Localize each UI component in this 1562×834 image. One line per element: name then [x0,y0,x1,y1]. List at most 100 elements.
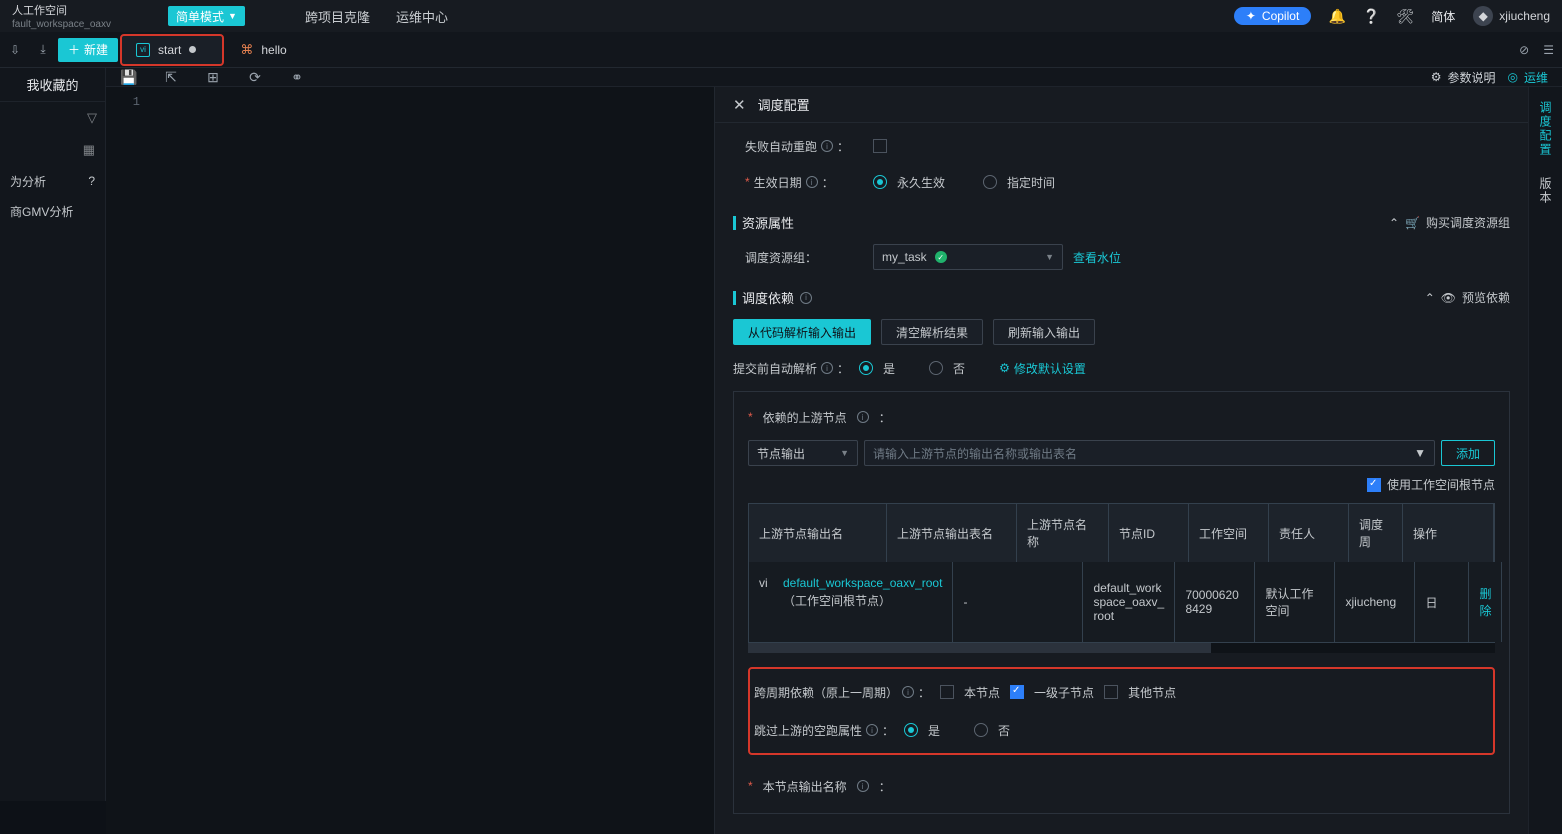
info-icon[interactable]: i [821,140,833,152]
info-icon[interactable]: i [800,292,812,304]
preview-dep-link[interactable]: ⌃ 👁 预览依赖 [1425,289,1510,306]
row-out-name: * 本节点输出名称 i ： [748,773,1495,799]
import-icon[interactable]: ⇩ [4,39,26,61]
cb-self[interactable] [940,685,954,699]
refresh-icon[interactable]: ⟳ [246,68,264,86]
save-icon[interactable]: 💾 [120,68,138,86]
info-icon[interactable]: i [866,724,878,736]
info-icon[interactable]: i [857,780,869,792]
tab-hello[interactable]: ⌘ hello [226,36,300,64]
use-root-checkbox[interactable] [1367,478,1381,492]
retry-label-text: 失败自动重跑 [745,138,817,155]
retry-checkbox[interactable] [873,139,887,153]
sidebar-favorites-tab[interactable]: 我收藏的 [0,68,105,102]
cell-workspace: 默认工作空间 [1255,562,1335,642]
ops-button[interactable]: ◎ 运维 [1508,69,1549,86]
info-icon[interactable]: i [902,686,914,698]
radio-skip-yes[interactable] [904,723,918,737]
new-button-label: 新建 [84,41,108,58]
col-out-table: 上游节点输出表名 [887,504,1017,562]
radio-range-label: 指定时间 [1007,174,1055,191]
download-icon[interactable]: ⤓ [32,39,54,61]
eye-icon: 👁 [1441,291,1456,305]
section-dependency: 调度依赖 i ⌃ 👁 预览依赖 [733,288,1510,307]
bell-icon[interactable]: 🔔 [1329,8,1345,24]
new-button[interactable]: ＋ 新建 [58,38,118,62]
cross-cycle-box: 跨周期依赖（原上一周期） i ： 本节点 一级子节点 其他节点 [748,667,1495,755]
info-icon[interactable]: i [821,362,833,374]
plus-icon: ＋ [68,41,80,58]
sidebar-item-label: 为分析 [10,173,46,190]
mode-dropdown[interactable]: 简单模式 ▼ [168,6,245,26]
user-chip[interactable]: ◆ xjiucheng [1473,6,1550,26]
delete-link[interactable]: 删除 [1479,585,1491,619]
lineage-icon[interactable]: ⚭ [288,68,306,86]
close-icon[interactable]: ✕ [733,96,746,114]
btn-clear-parse[interactable]: 清空解析结果 [881,319,983,345]
sidebar-item-gmv[interactable]: 商GMV分析 [0,196,105,226]
vi-node-icon: vi [759,576,775,592]
btn-refresh-io[interactable]: 刷新输入输出 [993,319,1095,345]
cb-other[interactable] [1104,685,1118,699]
link-cross-clone[interactable]: 跨项目克隆 [305,7,370,26]
table-h-scroll[interactable] [748,643,1495,653]
modify-default-link[interactable]: ⚙ 修改默认设置 [999,360,1086,377]
sliders-icon: ⚙ [1431,70,1442,84]
question-icon: ? [88,174,95,188]
param-desc-button[interactable]: ⚙ 参数说明 [1431,69,1496,86]
col-action: 操作 [1403,504,1494,562]
radio-skip-no[interactable] [974,723,988,737]
link-ops-center[interactable]: 运维中心 [396,7,448,26]
radio-auto-yes[interactable] [859,361,873,375]
modify-default-label: 修改默认设置 [1014,360,1086,377]
row-cross-cycle: 跨周期依赖（原上一周期） i ： 本节点 一级子节点 其他节点 [754,679,1489,705]
menu-icon[interactable]: ☰ [1543,43,1554,57]
copilot-button[interactable]: ✦ Copilot [1234,7,1311,25]
help-icon[interactable]: ❔ [1363,8,1379,24]
split: 1 ✕ 调度配置 失败自动重跑 i ： * [106,87,1562,834]
upstream-box: * 依赖的上游节点 i ： 节点输出 ▼ 请输入上游节点的输出名称或输出表名 ▼ [733,391,1510,814]
radio-auto-no[interactable] [929,361,943,375]
tab-start[interactable]: vi start [122,36,222,64]
chevron-up-icon: ⌃ [1389,216,1399,230]
export-icon[interactable]: ⇱ [162,68,180,86]
info-icon[interactable]: i [857,411,869,423]
cb-child[interactable] [1010,685,1024,699]
scroll-thumb[interactable] [748,643,1211,653]
col-out-name: 上游节点输出名 [749,504,887,562]
tools-icon[interactable]: 🛠 [1397,8,1413,24]
top-bar: 人工作空间 fault_workspace_oaxv 简单模式 ▼ 跨项目克隆 … [0,0,1562,32]
upstream-search-input[interactable]: 请输入上游节点的输出名称或输出表名 ▼ [864,440,1435,466]
out-name-link[interactable]: default_workspace_oaxv_root [783,576,942,590]
upstream-placeholder: 请输入上游节点的输出名称或输出表名 [873,445,1077,462]
editor-toolbar: 💾 ⇱ ⊞ ⟳ ⚭ ⚙ 参数说明 ◎ 运维 [106,68,1562,87]
filter-icon[interactable]: ▽ [87,110,97,126]
resource-group-label: 调度资源组： [745,249,863,266]
radio-range[interactable] [983,175,997,189]
radio-forever[interactable] [873,175,887,189]
mode-label: 简单模式 [176,8,224,25]
dirty-dot-icon [189,46,196,53]
grid-icon[interactable]: ▦ [83,142,95,158]
target-icon: ◎ [1508,70,1518,84]
node-output-select[interactable]: 节点输出 ▼ [748,440,858,466]
rail-schedule[interactable]: 调度配置 [1537,101,1554,157]
lang-toggle[interactable]: 简体 [1431,8,1455,25]
buy-resource-link[interactable]: ⌃ 🛒 购买调度资源组 [1389,214,1510,231]
check-icon[interactable]: ⊘ [1519,43,1529,57]
btn-parse-io[interactable]: 从代码解析输入输出 [733,319,871,345]
view-water-link[interactable]: 查看水位 [1073,249,1121,266]
workspace-title: 人工作空间 [12,2,162,18]
info-icon[interactable]: i [806,176,818,188]
format-icon[interactable]: ⊞ [204,68,222,86]
workflow-icon: ⌘ [240,42,253,58]
chevron-down-icon: ▼ [1414,446,1426,460]
code-editor[interactable]: 1 [106,87,714,834]
add-button[interactable]: 添加 [1441,440,1495,466]
sidebar-item-analysis[interactable]: 为分析 ? [0,166,105,196]
panel-title: 调度配置 [758,95,810,114]
workspace-subtitle: fault_workspace_oaxv [12,19,162,30]
rail-version[interactable]: 版本 [1537,177,1554,205]
sparkle-icon: ✦ [1246,9,1256,23]
resource-group-select[interactable]: my_task ✓ ▼ [873,244,1063,270]
